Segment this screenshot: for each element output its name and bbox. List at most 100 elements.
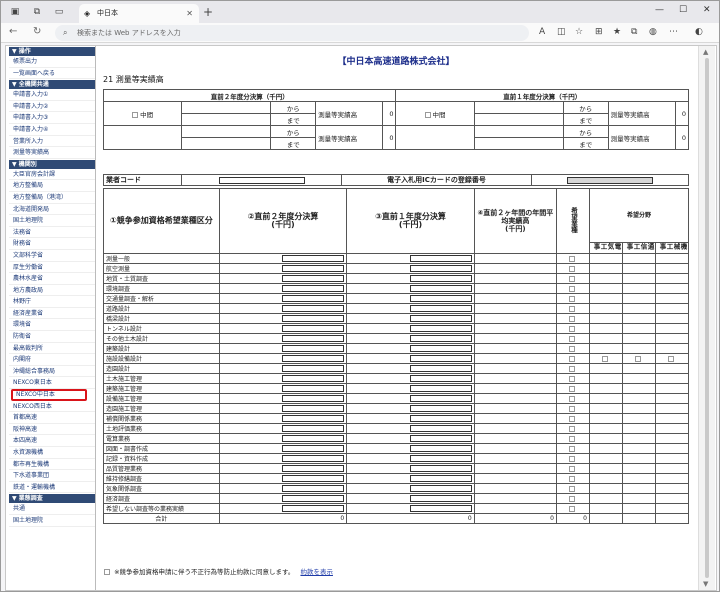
- sidebar-item[interactable]: 地方整備局（港湾）: [9, 192, 95, 204]
- wish-checkbox[interactable]: [568, 505, 575, 512]
- refresh-icon[interactable]: ↻: [33, 26, 41, 37]
- wish-checkbox[interactable]: [568, 315, 575, 322]
- sidebar-item[interactable]: 共通: [9, 503, 95, 515]
- more-menu-icon[interactable]: ⋯: [669, 27, 678, 37]
- prev1-amount-input[interactable]: [409, 345, 472, 353]
- wish-checkbox[interactable]: [568, 375, 575, 382]
- prev1-amount-input[interactable]: [409, 325, 472, 333]
- workspaces-icon[interactable]: ⧉: [31, 6, 43, 18]
- sidebar-item[interactable]: 環境省: [9, 319, 95, 332]
- extensions-icon[interactable]: ⊞: [595, 27, 603, 37]
- prev1-amount-input[interactable]: [409, 415, 472, 423]
- sidebar-item[interactable]: 申請書入力③: [9, 112, 95, 124]
- sidebar-item[interactable]: 地方整備局: [9, 180, 95, 192]
- sidebar-item[interactable]: 経済産業省: [9, 308, 95, 320]
- prev1-amount-input[interactable]: [409, 425, 472, 433]
- prev2-amount-input[interactable]: [282, 275, 345, 283]
- prev2-amount-input[interactable]: [282, 285, 345, 293]
- prev2-amount-input[interactable]: [282, 375, 345, 383]
- prev2-amount-input[interactable]: [282, 335, 345, 343]
- sidebar-item[interactable]: 文部科学省: [9, 250, 95, 262]
- agree-checkbox[interactable]: [104, 569, 110, 575]
- sidebar-item[interactable]: 申請書入力②: [9, 101, 95, 113]
- sidebar-item[interactable]: 農林水産省: [9, 273, 95, 285]
- prev2-amount-input[interactable]: [282, 485, 345, 493]
- sidebar-item[interactable]: 帳票出力: [9, 56, 95, 68]
- new-tab-icon[interactable]: +: [203, 5, 213, 19]
- address-input[interactable]: ⌕ 検索または Web アドレスを入力: [55, 25, 529, 41]
- prev2-amount-input[interactable]: [282, 475, 345, 483]
- prev2-amount-input[interactable]: [282, 365, 345, 373]
- prev1-amount-input[interactable]: [409, 465, 472, 473]
- wish-checkbox[interactable]: [568, 455, 575, 462]
- prev1-amount-input[interactable]: [409, 375, 472, 383]
- sidebar-item[interactable]: 水資源機構: [9, 447, 95, 459]
- minimize-icon[interactable]: —: [655, 5, 664, 15]
- prev2-amount-input[interactable]: [282, 445, 345, 453]
- wish-checkbox[interactable]: [568, 365, 575, 372]
- sidebar-item[interactable]: 申請書入力①: [9, 89, 95, 101]
- chukan-checkbox[interactable]: [424, 111, 431, 118]
- wish-checkbox[interactable]: [568, 415, 575, 422]
- sidebar-item[interactable]: 国土地理院: [9, 515, 95, 527]
- prev1-amount-input[interactable]: [409, 475, 472, 483]
- prev1-amount-input[interactable]: [409, 315, 472, 323]
- prev2-amount-input[interactable]: [282, 435, 345, 443]
- sidebar-item[interactable]: 阪神高速: [9, 424, 95, 436]
- sidebar-item[interactable]: 厚生労働省: [9, 262, 95, 274]
- sidebar-item[interactable]: 都市再生機構: [9, 459, 95, 471]
- sidebar-item[interactable]: 財務省: [9, 238, 95, 250]
- sidebar-item[interactable]: 測量等実績高: [9, 147, 95, 159]
- split-screen-icon[interactable]: ◫: [557, 27, 566, 37]
- prev2-amount-input[interactable]: [282, 345, 345, 353]
- wish-checkbox[interactable]: [568, 425, 575, 432]
- prev2-amount-input[interactable]: [282, 305, 345, 313]
- wish-checkbox[interactable]: [568, 485, 575, 492]
- prev2-amount-input[interactable]: [282, 255, 345, 263]
- edge-icon[interactable]: ◐: [695, 27, 703, 37]
- prev2-amount-input[interactable]: [282, 415, 345, 423]
- comm-checkbox[interactable]: [634, 355, 641, 362]
- prev1-amount-input[interactable]: [409, 395, 472, 403]
- prev1-amount-input[interactable]: [409, 365, 472, 373]
- prev1-amount-input[interactable]: [409, 435, 472, 443]
- prev2-amount-input[interactable]: [282, 425, 345, 433]
- tab-actions-icon[interactable]: ▭: [53, 6, 65, 18]
- wish-checkbox[interactable]: [568, 255, 575, 262]
- read-aloud-icon[interactable]: A: [539, 27, 545, 37]
- sidebar-item[interactable]: 下水道事業団: [9, 470, 95, 482]
- wish-checkbox[interactable]: [568, 305, 575, 312]
- prev2-amount-input[interactable]: [282, 405, 345, 413]
- wish-checkbox[interactable]: [568, 435, 575, 442]
- tab-active[interactable]: ◈ 中日本 ✕: [79, 4, 199, 23]
- prev1-amount-input[interactable]: [409, 455, 472, 463]
- vendor-code-input[interactable]: [218, 176, 305, 184]
- wish-checkbox[interactable]: [568, 405, 575, 412]
- maximize-icon[interactable]: ☐: [679, 5, 687, 15]
- scroll-up-icon[interactable]: ▲: [703, 48, 708, 56]
- agree-link[interactable]: 約款を表示: [300, 568, 333, 576]
- prev1-chukan[interactable]: 中間: [395, 101, 475, 126]
- prev1-amount-input[interactable]: [409, 495, 472, 503]
- sidebar-item[interactable]: 法務省: [9, 227, 95, 239]
- copilot-icon[interactable]: ◍: [649, 27, 657, 37]
- wish-checkbox[interactable]: [568, 275, 575, 282]
- prev2-amount-input[interactable]: [282, 355, 345, 363]
- prev2-amount-input[interactable]: [282, 495, 345, 503]
- prev2-amount-input[interactable]: [282, 265, 345, 273]
- sidebar-item[interactable]: 北海道開発局: [9, 204, 95, 216]
- prev2-amount-input[interactable]: [282, 395, 345, 403]
- prev2-chukan[interactable]: 中間: [102, 101, 183, 126]
- sidebar-item[interactable]: 申請書入力④: [9, 124, 95, 136]
- favorite-star-icon[interactable]: ☆: [575, 27, 583, 37]
- wish-checkbox[interactable]: [568, 335, 575, 342]
- prev1-amount-input[interactable]: [409, 275, 472, 283]
- collections-icon[interactable]: ⧉: [631, 27, 637, 37]
- prev2-amount-input[interactable]: [282, 505, 345, 513]
- wish-checkbox[interactable]: [568, 395, 575, 402]
- ic-card-input[interactable]: [567, 176, 653, 184]
- scroll-thumb[interactable]: [705, 58, 709, 578]
- vertical-scrollbar[interactable]: ▲ ▼: [698, 46, 715, 590]
- prev1-amount-input[interactable]: [409, 355, 472, 363]
- prev1-amount-input[interactable]: [409, 335, 472, 343]
